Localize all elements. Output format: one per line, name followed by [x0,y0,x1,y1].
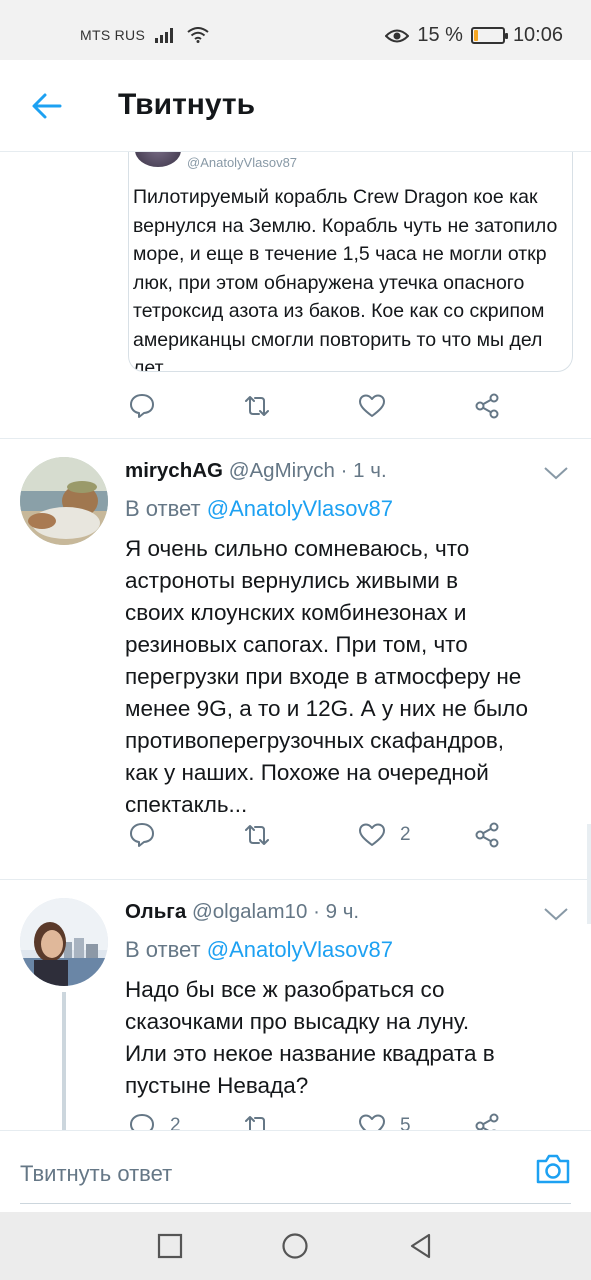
heart-icon [359,823,385,846]
reply-button[interactable] [128,392,156,420]
reply-context: В ответ @AnatolyVlasov87 [125,937,393,963]
retweet-icon [245,1116,268,1130]
system-nav-bar [0,1212,591,1280]
share-icon [475,393,499,419]
tweet-header: mirychAG @AgMirych · 1 ч. [125,459,387,483]
tweet-text: Я очень сильно сомневаюсь, что астроноты… [125,536,529,817]
chevron-down-icon[interactable] [543,906,569,922]
triangle-back-icon[interactable] [407,1232,435,1260]
tweet-header: Ольга @olgalam10 · 9 ч. [125,900,359,924]
status-right: 15 % 10:06 [385,24,563,47]
camera-icon[interactable] [535,1153,571,1185]
avatar-image [20,898,108,986]
battery-fill [473,30,478,41]
share-button[interactable] [473,821,501,849]
reply-button[interactable] [128,821,156,849]
chevron-down-icon[interactable] [543,465,569,481]
share-button[interactable] [473,392,501,420]
input-underline [20,1203,571,1204]
quoted-tweet-card[interactable]: @AnatolyVlasov87 Пилотируемый корабль Cr… [128,152,573,372]
page-title: Твитнуть [118,88,256,121]
square-icon[interactable] [156,1232,184,1260]
quoted-tweet-text: Пилотируемый корабль Crew Dragon кое как… [133,186,558,372]
tweet-time: 1 ч. [353,459,387,482]
reply-input[interactable]: Твитнуть ответ [20,1161,172,1187]
reply-tweet-2[interactable]: Ольга @olgalam10 · 9 ч. В ответ @Anatoly… [0,880,591,1130]
retweet-button[interactable] [243,1112,271,1130]
share-button[interactable] [473,1112,501,1130]
avatar-image [20,457,108,545]
avatar[interactable] [20,898,108,986]
avatar[interactable] [20,457,108,545]
retweet-icon [245,825,269,845]
retweet-button[interactable] [243,392,271,420]
carrier-label: MTS RUS [80,27,146,43]
like-button[interactable]: 2 [358,821,411,849]
reply-composer: Твитнуть ответ [0,1130,591,1212]
reply-icon [130,394,154,418]
share-icon [475,1113,499,1130]
like-button[interactable]: 5 [358,1112,411,1130]
status-bar: MTS RUS 15 % 10:06 [0,0,591,60]
retweet-icon [245,396,269,416]
reply-prefix: В ответ [125,937,201,962]
reply-icon [130,1114,154,1130]
timeline[interactable]: @AnatolyVlasov87 Пилотируемый корабль Cr… [0,152,591,1130]
tweet-text: Надо бы все ж разобраться со сказочками … [125,977,495,1098]
status-left: MTS RUS [80,27,209,43]
dot-separator: · [340,459,354,482]
heart-icon [359,1114,385,1130]
reply-mention[interactable]: @AnatolyVlasov87 [207,937,393,962]
tweet-time: 9 ч. [325,900,360,923]
wifi-icon [187,27,209,43]
arrow-left-icon[interactable] [30,90,62,122]
app-bar: Твитнуть [0,60,591,152]
like-button[interactable] [358,392,386,420]
author-name[interactable]: mirychAG [125,459,223,482]
avatar [135,152,181,167]
share-icon [475,822,499,848]
heart-icon [359,394,385,417]
author-name[interactable]: Ольга [125,900,186,923]
clock: 10:06 [512,24,563,46]
thread-line [62,992,66,1130]
reply-icon [130,823,154,847]
signal-icon [155,28,174,43]
circle-icon[interactable] [281,1232,309,1260]
reply-context: В ответ @AnatolyVlasov87 [125,496,393,522]
reply-prefix: В ответ [125,496,201,521]
battery-icon [470,27,508,44]
author-handle: @olgalam10 [191,900,308,923]
reply-count: 2 [170,1115,181,1130]
scrollbar[interactable] [587,824,591,924]
quoted-tweet-handle: @AnatolyVlasov87 [187,155,298,170]
reply-tweet-1[interactable]: mirychAG @AgMirych · 1 ч. В ответ @Anato… [0,439,591,879]
dot-separator: · [313,900,326,923]
battery-percent: 15 % [417,24,463,46]
reply-mention[interactable]: @AnatolyVlasov87 [207,496,393,521]
like-count: 2 [400,824,411,845]
eye-icon [385,29,410,42]
reply-button[interactable]: 2 [128,1112,181,1130]
author-handle: @AgMirych [228,459,335,482]
like-count: 5 [400,1115,411,1130]
retweet-button[interactable] [243,821,271,849]
